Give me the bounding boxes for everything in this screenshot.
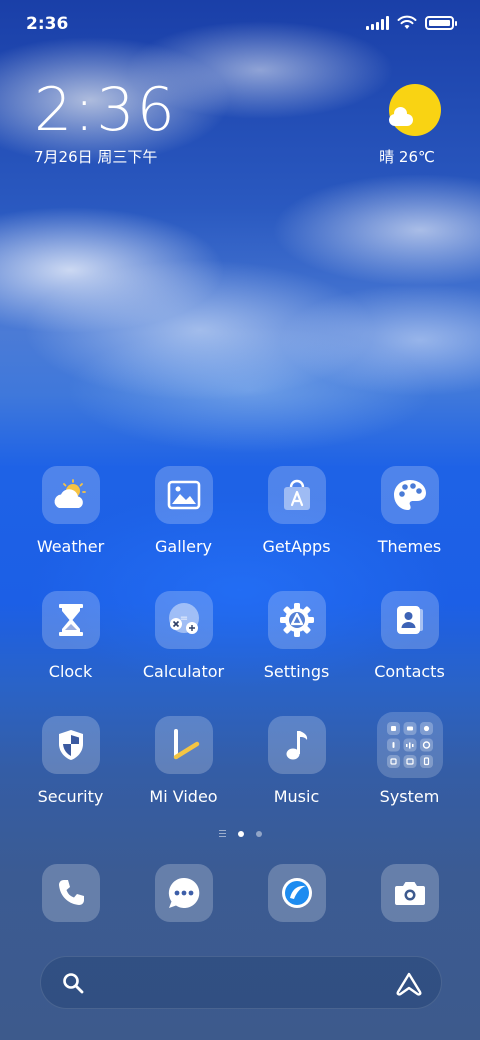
weather-text: 晴 26℃	[379, 148, 435, 166]
app-mi-video[interactable]: Mi Video	[127, 716, 240, 806]
status-time: 2:36	[26, 14, 69, 34]
getapps-icon	[267, 466, 326, 524]
folder-system[interactable]: System	[353, 712, 466, 806]
app-clock[interactable]: Clock	[14, 591, 127, 681]
dock-phone[interactable]	[42, 864, 100, 922]
app-label: GetApps	[262, 537, 331, 556]
search-icon[interactable]	[61, 971, 85, 995]
app-settings[interactable]: Settings	[240, 591, 353, 681]
app-label: Weather	[36, 537, 105, 556]
app-label: Clock	[48, 662, 93, 681]
page-dot-active[interactable]	[237, 830, 244, 837]
clock-widget[interactable]: 2:36 7月26日 周三下午	[34, 78, 177, 167]
themes-icon	[380, 466, 439, 524]
app-label: Themes	[377, 537, 442, 556]
app-label: Settings	[263, 662, 330, 681]
system-folder-icon	[376, 712, 443, 778]
app-label: Contacts	[374, 662, 445, 681]
camera-icon	[395, 882, 425, 905]
settings-icon	[267, 591, 326, 649]
wifi-icon	[397, 15, 417, 29]
shield-icon	[41, 716, 100, 774]
app-label: Music	[273, 787, 320, 806]
phone-icon	[59, 880, 84, 905]
dock-camera[interactable]	[381, 864, 439, 922]
dock-messages[interactable]	[155, 864, 213, 922]
browser-icon	[282, 878, 312, 908]
weather-widget[interactable]: 晴 26℃	[379, 84, 444, 167]
gallery-icon	[154, 466, 213, 524]
widget-date: 7月26日 周三下午	[34, 148, 158, 166]
messages-icon	[168, 877, 200, 908]
search-bar[interactable]	[40, 956, 442, 1009]
app-label: Security	[37, 787, 104, 806]
app-music[interactable]: Music	[240, 716, 353, 806]
page-dot[interactable]	[255, 830, 262, 837]
app-label: Gallery	[155, 537, 212, 556]
app-gallery[interactable]: Gallery	[127, 466, 240, 556]
app-weather[interactable]: Weather	[14, 466, 127, 556]
app-themes[interactable]: Themes	[353, 466, 466, 556]
voice-assistant-icon[interactable]	[395, 971, 423, 997]
status-bar: 2:36	[0, 0, 480, 50]
app-label: Mi Video	[149, 787, 218, 806]
weather-icon	[41, 466, 100, 524]
app-label: Calculator	[142, 662, 225, 681]
app-getapps[interactable]: GetApps	[240, 466, 353, 556]
dock-browser[interactable]	[268, 864, 326, 922]
app-contacts[interactable]: Contacts	[353, 591, 466, 681]
sun-cloud-icon	[387, 84, 441, 138]
page-indicator[interactable]	[0, 830, 480, 837]
contacts-icon	[380, 591, 439, 649]
minus-one-page-icon[interactable]	[218, 830, 226, 837]
widget-time: 2:36	[34, 75, 177, 145]
app-calculator[interactable]: = Calculator	[127, 591, 240, 681]
calculator-icon: =	[154, 591, 213, 649]
battery-icon	[425, 15, 457, 30]
signal-icon	[366, 15, 389, 30]
hourglass-icon	[41, 591, 100, 649]
app-label: System	[379, 787, 440, 806]
app-security[interactable]: Security	[14, 716, 127, 806]
mi-video-icon	[154, 716, 213, 774]
status-icons	[366, 15, 457, 30]
music-note-icon	[267, 716, 326, 774]
